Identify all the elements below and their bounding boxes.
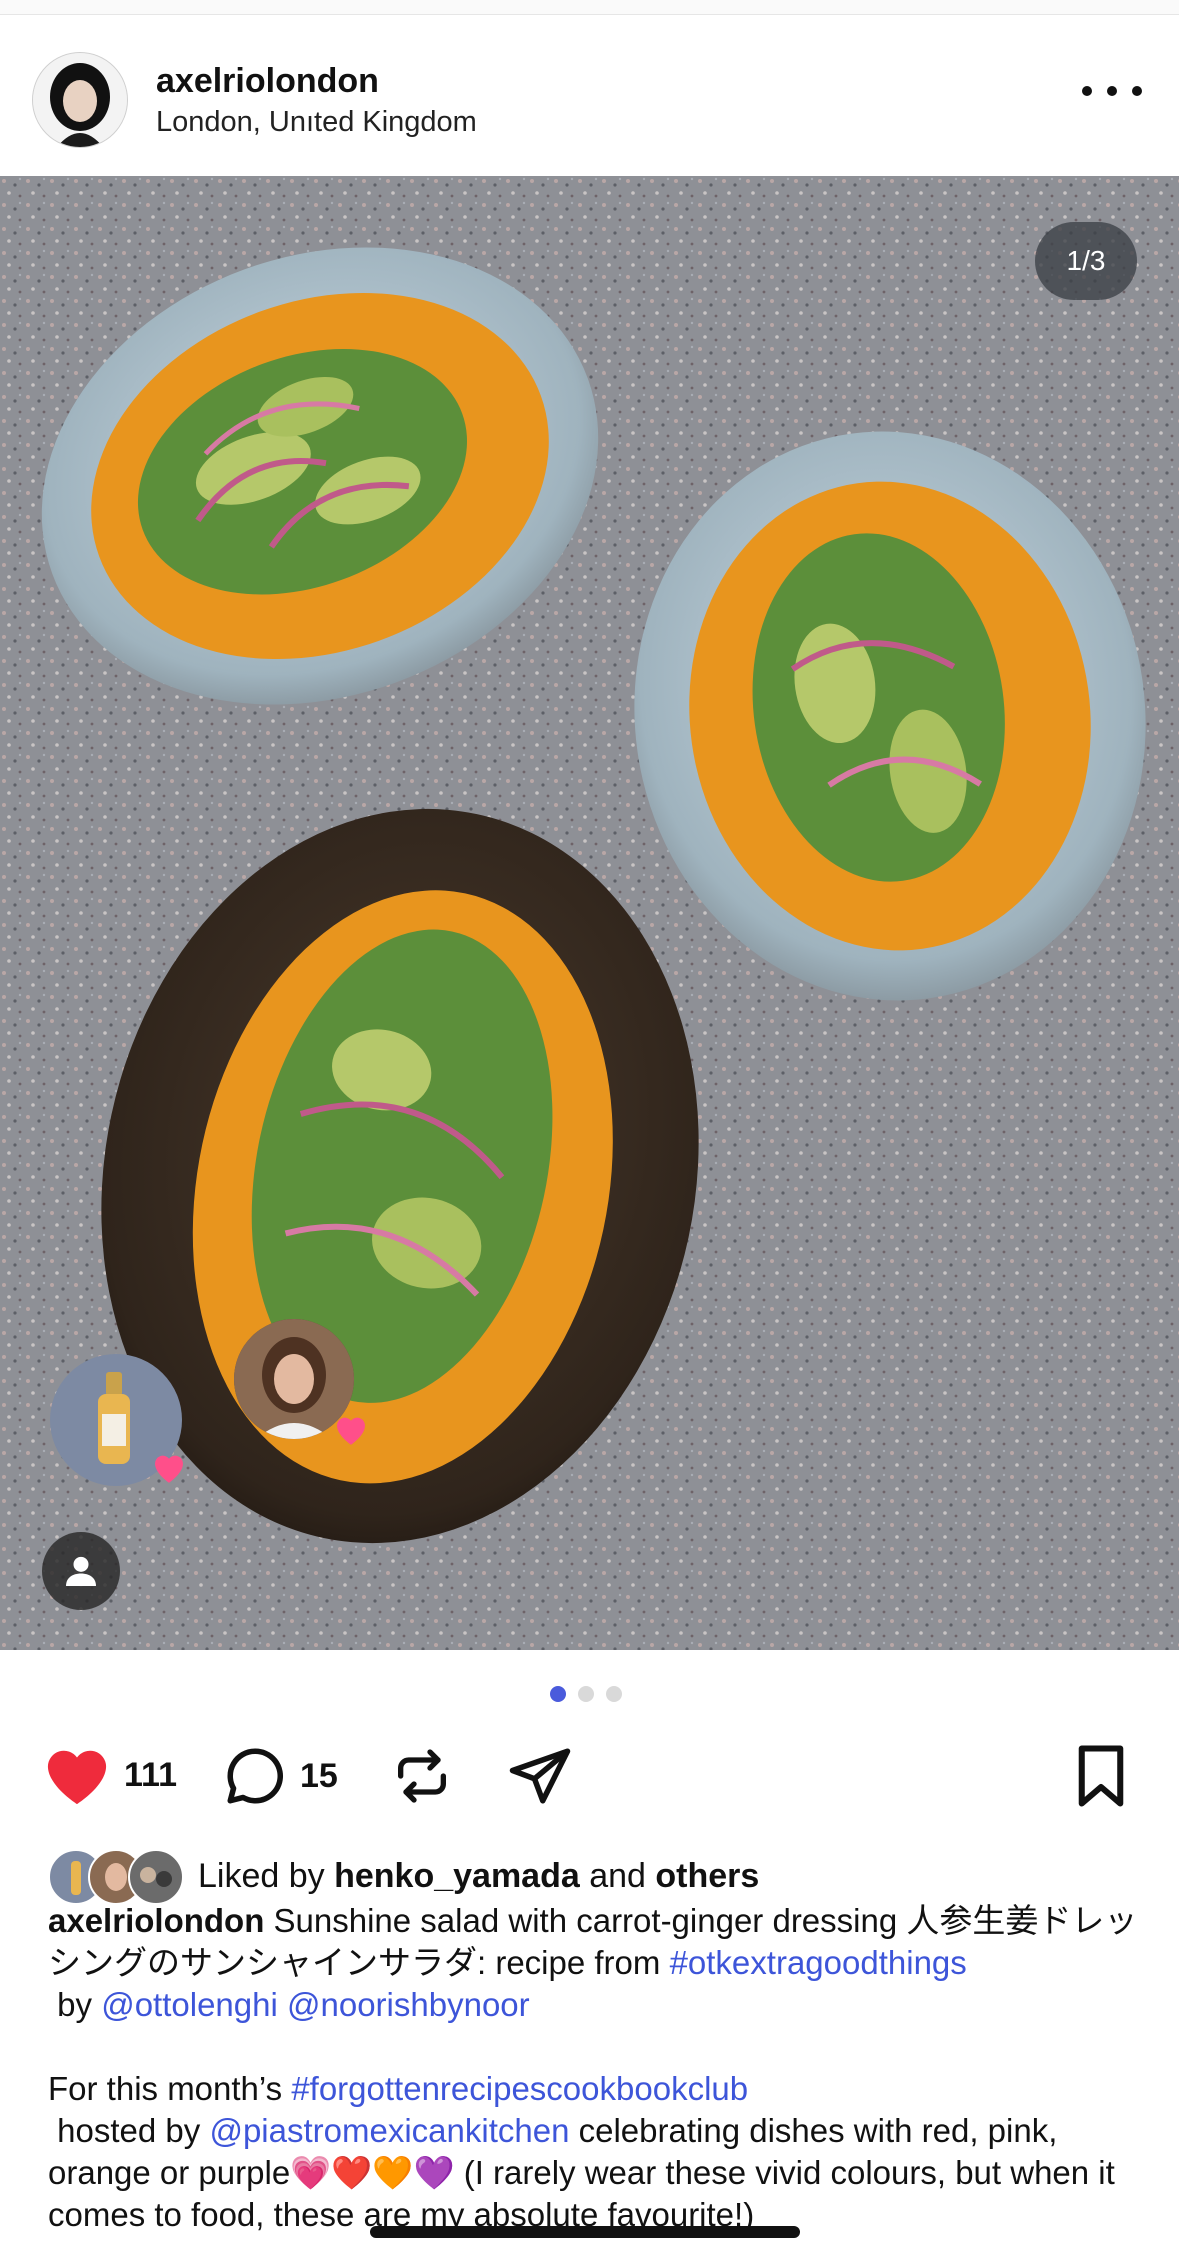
post-location[interactable]: London, Unıted Kingdom [156, 106, 477, 139]
heart-icon [330, 1408, 372, 1450]
share-button[interactable] [506, 1743, 574, 1809]
caption-paragraph: axelriolondon Sunshine salad with carrot… [48, 1900, 1148, 2026]
carousel-indicator [550, 1686, 622, 1702]
carousel-dot [550, 1686, 566, 1702]
hashtag-link[interactable]: #forgottenrecipescookbookclub [291, 2070, 748, 2107]
caption-text [278, 1986, 287, 2023]
liked-by-avatars [48, 1849, 184, 1905]
more-icon[interactable] [1082, 74, 1142, 108]
bookmark-icon [1078, 1745, 1124, 1807]
status-bar-divider [0, 0, 1179, 15]
image-counter: 1/3 [1035, 222, 1137, 300]
mention-link[interactable]: @noorishbynoor [287, 1986, 530, 2023]
heart-icon [47, 1750, 107, 1805]
post-username[interactable]: axelriolondon [156, 62, 379, 101]
comment-count[interactable]: 15 [300, 1757, 338, 1796]
mention-link[interactable]: @piastromexicankitchen [209, 2112, 569, 2149]
action-bar: 111 15 [0, 1735, 1179, 1815]
repost-icon [398, 1749, 446, 1803]
avatar [128, 1849, 184, 1905]
repost-button[interactable] [390, 1743, 454, 1809]
post-header: axelriolondon London, Unıted Kingdom [0, 14, 1179, 176]
caption-username[interactable]: axelriolondon [48, 1902, 264, 1939]
caption-emojis: 💗❤️🧡💜 [290, 2154, 455, 2191]
home-indicator[interactable] [370, 2226, 800, 2238]
liked-by-middle: and [579, 1856, 656, 1895]
like-count[interactable]: 111 [124, 1756, 177, 1795]
like-button[interactable]: 111 [42, 1743, 177, 1807]
carousel-dot [606, 1686, 622, 1702]
caption-text: For this month’s [48, 2070, 292, 2107]
caption-text: hosted by [48, 2112, 210, 2149]
avatar[interactable] [32, 52, 128, 148]
user-tag-icon[interactable] [42, 1532, 120, 1610]
mention-link[interactable]: @ottolenghi [101, 1986, 278, 2023]
comment-button[interactable]: 15 [222, 1743, 338, 1809]
liked-by-prefix: Liked by [198, 1856, 335, 1895]
post-image[interactable]: 1/3 [0, 176, 1179, 1650]
liked-by-row[interactable]: Liked by henko_yamada and others [48, 1848, 759, 1905]
caption-text: by [48, 1986, 102, 2023]
share-icon [509, 1748, 571, 1804]
liked-by-user[interactable]: henko_yamada [334, 1857, 580, 1896]
hashtag-link[interactable]: #otkextragoodthings [670, 1944, 967, 1981]
carousel-dot [578, 1686, 594, 1702]
caption-paragraph: For this month’s #forgottenrecipescookbo… [48, 2068, 1148, 2236]
liked-by-others[interactable]: others [655, 1857, 759, 1896]
post-caption: axelriolondon Sunshine salad with carrot… [48, 1900, 1148, 2236]
bookmark-button[interactable] [1068, 1741, 1134, 1811]
heart-icon [148, 1446, 190, 1488]
comment-icon [227, 1748, 283, 1804]
